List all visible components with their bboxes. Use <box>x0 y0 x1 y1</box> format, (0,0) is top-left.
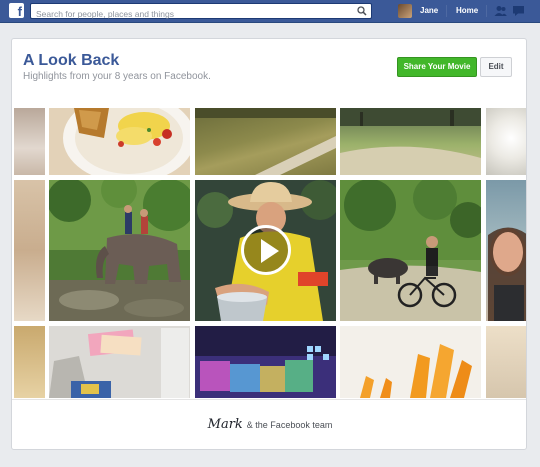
page-title: A Look Back <box>23 52 120 69</box>
photo-grass-field <box>195 108 336 175</box>
signature-mark: Mark <box>207 417 243 432</box>
footer-divider <box>12 399 526 400</box>
page-subtitle: Highlights from your 8 years on Facebook… <box>23 71 211 82</box>
photo-white-flowers <box>486 108 526 175</box>
photo-desk-items <box>49 326 190 398</box>
photo-smiling-woman <box>486 180 526 321</box>
photo-elephant-ride <box>49 180 190 321</box>
photo-bicycle-buffalo <box>340 180 481 321</box>
photo-led-display <box>195 326 336 398</box>
photo-tile <box>14 108 45 175</box>
photo-tile <box>14 326 45 398</box>
signature-team-text: & the Facebook team <box>246 420 333 430</box>
top-navigation-bar: f Jane Home <box>0 0 540 23</box>
user-avatar[interactable] <box>398 4 412 18</box>
signature-footer: Mark & the Facebook team <box>12 417 526 433</box>
edit-button[interactable]: Edit <box>480 57 512 77</box>
nav-user-name[interactable]: Jane <box>420 6 438 15</box>
photo-cowboy-hat-woman <box>195 180 336 321</box>
nav-divider <box>446 5 447 17</box>
search-input[interactable] <box>31 7 351 21</box>
photo-park-path <box>340 108 481 175</box>
photo-tile <box>486 326 526 398</box>
photo-mosaic <box>12 108 526 398</box>
photo-breakfast-plate <box>49 108 190 175</box>
share-movie-button[interactable]: Share Your Movie <box>397 57 477 77</box>
look-back-card: A Look Back Highlights from your 8 years… <box>11 38 527 450</box>
search-box[interactable] <box>30 3 372 21</box>
facebook-logo-icon[interactable]: f <box>9 3 24 18</box>
nav-divider <box>486 5 487 17</box>
play-icon <box>261 239 279 263</box>
play-movie-button[interactable] <box>241 225 291 275</box>
photo-orange-slices <box>340 326 481 398</box>
photo-tile <box>14 180 45 321</box>
nav-home-link[interactable]: Home <box>456 6 478 15</box>
messages-icon[interactable] <box>512 5 525 17</box>
search-icon[interactable] <box>357 6 367 16</box>
friend-requests-icon[interactable] <box>494 5 507 17</box>
